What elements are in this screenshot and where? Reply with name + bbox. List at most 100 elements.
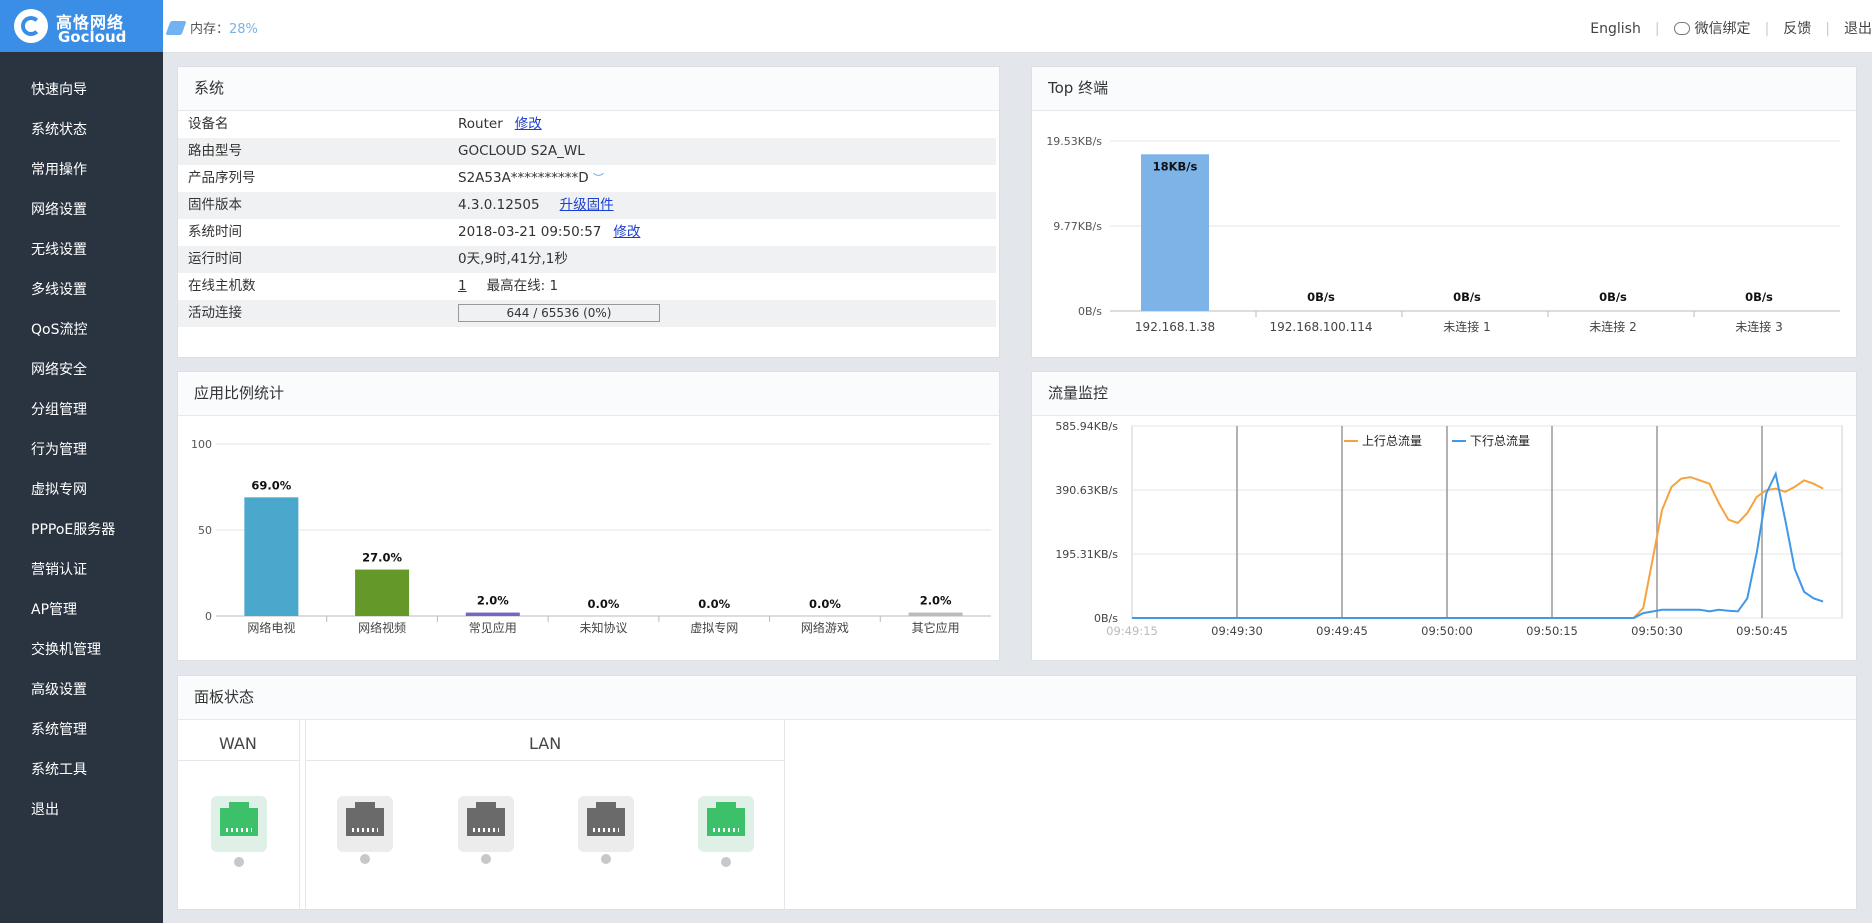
feedback-link[interactable]: 反馈 <box>1783 21 1811 37</box>
x-tick-label: 192.168.1.38 <box>1135 320 1215 334</box>
edit-time-link[interactable]: 修改 <box>613 224 640 240</box>
sidebar-item-system-tools[interactable]: 系统工具 <box>31 759 87 779</box>
sidebar-item-logout[interactable]: 退出 <box>31 799 59 819</box>
data-label: 0.0% <box>809 597 841 611</box>
top-bar: 高恪网络 Gocloud 内存：28% English | 微信绑定 | 反馈 | 退出 <box>0 0 1872 53</box>
data-label: 0B/s <box>1307 290 1335 304</box>
row-value: S2A53A**********D <box>458 170 589 186</box>
row-value: GOCLOUD S2A_WL <box>458 143 585 159</box>
row-key: 系统时间 <box>188 224 242 240</box>
row-key: 运行时间 <box>188 251 242 267</box>
info-row-firmware: 固件版本 4.3.0.12505 升级固件 <box>178 192 996 219</box>
ethernet-port-icon <box>220 802 258 836</box>
sidebar-item-groups[interactable]: 分组管理 <box>31 399 87 419</box>
online-hosts-link[interactable]: 1 <box>458 278 467 294</box>
sidebar-item-pppoe-server[interactable]: PPPoE服务器 <box>31 519 115 539</box>
port-led <box>721 857 731 867</box>
info-row-uptime: 运行时间 0天,9时,41分,1秒 <box>178 246 996 273</box>
app-stats-chart: 0 50 100 69.0% 网络电视 27.0% 网络视频 2.0% 常见应用 0.0% 未知协议… <box>191 438 991 635</box>
panel-title: 流量监控 <box>1032 372 1856 416</box>
bar <box>355 569 410 616</box>
max-online-value: 1 <box>549 278 559 294</box>
port-led <box>234 857 244 867</box>
sidebar-item-behavior[interactable]: 行为管理 <box>31 439 87 459</box>
panel-title: Top 终端 <box>1032 67 1856 111</box>
wan-port-connected <box>211 796 267 852</box>
sidebar-item-quick-wizard[interactable]: 快速向导 <box>31 79 87 99</box>
x-tick-label: 09:49:45 <box>1316 624 1368 638</box>
x-tick-label: 09:50:45 <box>1736 624 1788 638</box>
ethernet-port-icon <box>587 802 625 836</box>
memory-value: 28% <box>229 22 258 37</box>
y-tick-label: 0B/s <box>1078 305 1102 318</box>
traffic-panel: 流量监控 0B/s 195.31KB/s 390.63KB/s 585.94KB/s 0… <box>1031 371 1857 661</box>
x-tick-label: 未知协议 <box>579 620 627 635</box>
sidebar-item-qos[interactable]: QoS流控 <box>31 319 87 339</box>
lan-port-disconnected <box>578 796 634 852</box>
traffic-chart: 0B/s195.31KB/s390.63KB/s585.94KB/s09:49:… <box>1055 420 1843 638</box>
brand-name-en: Gocloud <box>58 28 127 46</box>
series-line <box>1132 476 1824 619</box>
y-tick-label: 195.31KB/s <box>1055 548 1118 561</box>
row-value: 4.3.0.12505 <box>458 197 540 213</box>
connections-progress: 644 / 65536 (0%) <box>458 304 660 322</box>
sidebar-item-network-settings[interactable]: 网络设置 <box>31 199 87 219</box>
sidebar-item-system-mgmt[interactable]: 系统管理 <box>31 719 87 739</box>
x-tick-label: 虚拟专网 <box>690 620 738 635</box>
top-terminals-chart: 0B/s 9.77KB/s 19.53KB/s 18KB/s 192.168.1.38 0… <box>1046 135 1840 334</box>
wechat-bind-link[interactable]: 微信绑定 <box>1673 21 1751 37</box>
x-tick-label: 网络视频 <box>358 620 406 635</box>
data-label: 0B/s <box>1745 290 1773 304</box>
x-tick-label: 网络游戏 <box>801 620 849 635</box>
bar <box>1141 154 1209 311</box>
brand-logo[interactable]: 高恪网络 Gocloud <box>0 0 163 52</box>
sidebar-item-switch[interactable]: 交换机管理 <box>31 639 101 659</box>
panel-status: 面板状态 WAN LAN <box>177 675 1857 910</box>
app-stats-panel: 应用比例统计 0 50 100 69.0% 网络电视 27.0% 网络视频 2.0% 常见应用 0… <box>177 371 1000 661</box>
series-line <box>1132 470 1824 619</box>
y-tick-label: 390.63KB/s <box>1055 484 1118 497</box>
upgrade-firmware-link[interactable]: 升级固件 <box>560 197 614 213</box>
bar <box>465 612 520 616</box>
sidebar-item-wireless[interactable]: 无线设置 <box>31 239 87 259</box>
x-tick-label: 常见应用 <box>469 620 517 635</box>
x-tick-label: 09:49:15 <box>1106 624 1158 638</box>
edit-device-name-link[interactable]: 修改 <box>515 116 542 132</box>
english-link[interactable]: English <box>1590 21 1641 37</box>
wan-label: WAN <box>219 734 257 753</box>
data-label: 27.0% <box>362 551 402 565</box>
sidebar-item-common-ops[interactable]: 常用操作 <box>31 159 87 179</box>
sidebar-item-vpn[interactable]: 虚拟专网 <box>31 479 87 499</box>
row-key: 路由型号 <box>188 143 242 159</box>
sidebar-item-marketing-auth[interactable]: 营销认证 <box>31 559 87 579</box>
sidebar-item-multiline[interactable]: 多线设置 <box>31 279 87 299</box>
row-value: 2018-03-21 09:50:57 <box>458 224 602 240</box>
lan-label: LAN <box>529 734 562 753</box>
ethernet-port-icon <box>346 802 384 836</box>
data-label: 0B/s <box>1453 290 1481 304</box>
sidebar-item-advanced[interactable]: 高级设置 <box>31 679 87 699</box>
eye-closed-icon[interactable]: ︶ <box>593 172 604 185</box>
row-value: Router <box>458 116 503 132</box>
info-row-serial: 产品序列号 S2A53A**********D ︶ <box>178 165 996 192</box>
y-tick-label: 50 <box>198 524 212 537</box>
ethernet-port-icon <box>707 802 745 836</box>
wechat-bind-label: 微信绑定 <box>1694 21 1751 37</box>
panel-title: 应用比例统计 <box>178 372 999 416</box>
memory-indicator: 内存：28% <box>165 18 258 37</box>
port-led <box>360 854 370 864</box>
y-tick-label: 19.53KB/s <box>1046 135 1102 148</box>
x-tick-label: 未连接 1 <box>1443 319 1490 334</box>
sidebar-item-system-status[interactable]: 系统状态 <box>31 119 87 139</box>
row-key: 在线主机数 <box>188 278 256 294</box>
logout-link[interactable]: 退出 <box>1844 21 1872 37</box>
sidebar-item-security[interactable]: 网络安全 <box>31 359 87 379</box>
data-label: 2.0% <box>477 594 509 608</box>
panel-title: 系统 <box>178 67 999 111</box>
sidebar-item-ap[interactable]: AP管理 <box>31 599 77 619</box>
legend-label: 下行总流量 <box>1470 434 1530 448</box>
row-key: 设备名 <box>188 116 229 132</box>
data-label: 2.0% <box>920 594 952 608</box>
y-tick-label: 100 <box>191 438 212 451</box>
info-row-online-hosts: 在线主机数 1 最高在线: 1 <box>178 273 996 300</box>
